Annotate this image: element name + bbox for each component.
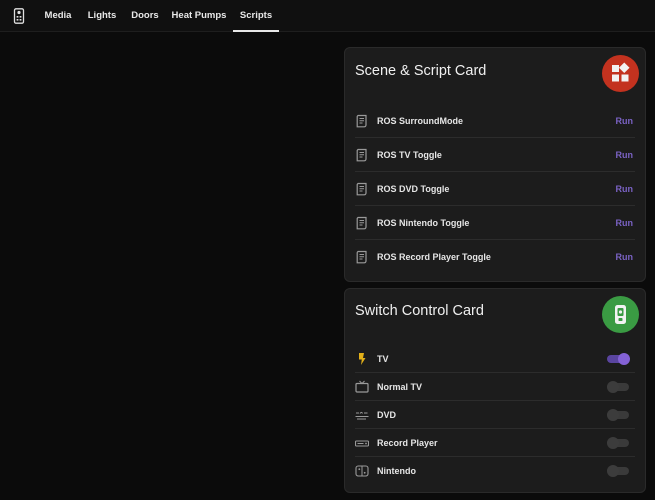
script-text-icon	[356, 182, 367, 196]
card-title: Switch Control Card	[355, 303, 484, 319]
switch-label: TV	[377, 354, 389, 364]
script-text-icon	[356, 216, 367, 230]
script-text-icon	[356, 114, 367, 128]
toggle-knob	[607, 465, 619, 477]
tv-toggle[interactable]	[607, 353, 630, 365]
card-title: Scene & Script Card	[355, 63, 487, 79]
switch-label: DVD	[377, 410, 397, 420]
tab-scripts[interactable]: Scripts	[233, 0, 279, 32]
toggle-knob	[618, 353, 630, 365]
run-button[interactable]: Run	[616, 206, 634, 240]
list-item: ROS Nintendo Toggle Run	[355, 206, 635, 240]
television-icon	[355, 380, 369, 393]
disc-player-icon	[355, 411, 369, 420]
script-label: ROS DVD Toggle	[377, 184, 450, 194]
toggle-knob	[607, 437, 619, 449]
remote-control-icon[interactable]	[13, 8, 25, 24]
tab-media[interactable]: Media	[38, 0, 78, 32]
list-item: TV	[355, 345, 635, 373]
toggle-knob	[607, 409, 619, 421]
nintendo-switch-icon	[355, 465, 369, 477]
list-item: ROS TV Toggle Run	[355, 138, 635, 172]
switch-label: Normal TV	[377, 382, 423, 392]
run-button[interactable]: Run	[616, 240, 634, 274]
switch-control-card: Switch Control Card TV Normal TV DVD Rec…	[344, 288, 646, 493]
toggle-knob	[607, 381, 619, 393]
list-item: DVD	[355, 401, 635, 429]
script-text-icon	[356, 148, 367, 162]
flash-icon	[359, 353, 366, 365]
nintendo-toggle[interactable]	[607, 465, 629, 477]
script-label: ROS TV Toggle	[377, 150, 442, 160]
tab-doors[interactable]: Doors	[126, 0, 164, 32]
script-label: ROS SurroundMode	[377, 116, 463, 126]
audio-receiver-icon	[355, 440, 369, 447]
scene-script-card: Scene & Script Card ROS SurroundMode Run…	[344, 47, 646, 282]
dvd-toggle[interactable]	[607, 409, 629, 421]
list-item: Nintendo	[355, 457, 635, 485]
script-label: ROS Nintendo Toggle	[377, 218, 470, 228]
top-nav-bar: Media Lights Doors Heat Pumps Scripts	[0, 0, 655, 32]
run-button[interactable]: Run	[616, 104, 634, 138]
list-item: ROS DVD Toggle Run	[355, 172, 635, 206]
switch-badge[interactable]	[602, 296, 639, 333]
run-button[interactable]: Run	[616, 172, 634, 206]
tab-heat-pumps[interactable]: Heat Pumps	[168, 0, 230, 32]
list-item: Record Player	[355, 429, 635, 457]
tab-lights[interactable]: Lights	[82, 0, 122, 32]
script-text-icon	[356, 250, 367, 264]
script-label: ROS Record Player Toggle	[377, 252, 491, 262]
list-item: ROS SurroundMode Run	[355, 104, 635, 138]
normal-tv-toggle[interactable]	[607, 381, 629, 393]
remote-icon	[615, 305, 626, 324]
scene-badge[interactable]	[602, 55, 639, 92]
switch-label: Nintendo	[377, 466, 416, 476]
switch-label: Record Player	[377, 438, 438, 448]
run-button[interactable]: Run	[616, 138, 634, 172]
record-player-toggle[interactable]	[607, 437, 629, 449]
shapes-icon	[612, 62, 630, 82]
list-item: ROS Record Player Toggle Run	[355, 240, 635, 274]
list-item: Normal TV	[355, 373, 635, 401]
